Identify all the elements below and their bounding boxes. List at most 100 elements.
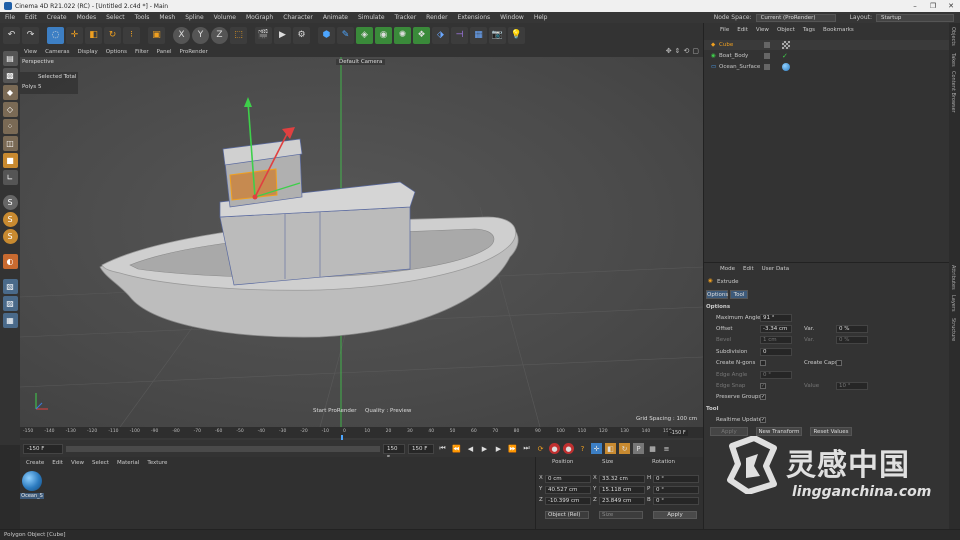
menu-spline[interactable]: Spline [180,12,208,23]
menu-character[interactable]: Character [278,12,318,23]
attr-menu-mode[interactable]: Mode [716,266,739,272]
record-icon[interactable]: ● [549,443,560,454]
end-frame-field-b[interactable]: 150 F [408,443,434,454]
layout-dropdown[interactable]: Startup [876,13,954,22]
menu-extensions[interactable]: Extensions [453,12,496,23]
next-key-icon[interactable]: ⏩ [507,443,518,454]
timeline-window-icon[interactable]: ≡ [661,443,672,454]
menu-select[interactable]: Select [101,12,130,23]
viewport-menu-display[interactable]: Display [74,49,102,55]
polygons-mode-icon[interactable]: ■ [2,153,18,168]
menu-render[interactable]: Render [421,12,452,23]
move-icon[interactable]: ✛ [66,26,83,44]
menu-file[interactable]: File [0,12,20,23]
offset-field[interactable]: -3.34 cm [760,325,792,333]
previous-key-icon[interactable]: ⏪ [451,443,462,454]
tab-layers[interactable]: Layers [950,295,956,312]
axis-mode-icon[interactable]: ∟ [2,170,18,185]
max-angle-field[interactable]: 91 ° [760,314,792,322]
grid-icon[interactable]: ▦ [2,313,18,328]
menu-tools[interactable]: Tools [130,12,155,23]
menu-animate[interactable]: Animate [318,12,353,23]
rotation-h-field[interactable]: 0 ° [653,475,699,483]
field-icon[interactable]: ⬗ [432,26,449,44]
model-mode-icon[interactable]: ◆ [2,85,18,100]
menu-volume[interactable]: Volume [209,12,241,23]
checkerboard-icon[interactable]: ▩ [2,68,18,83]
play-icon[interactable]: ▶ [479,443,490,454]
object-menu-file[interactable]: File [716,27,733,33]
checker-tag-icon[interactable] [782,41,790,49]
rotation-p-field[interactable]: 0 ° [653,486,699,494]
size-z-field[interactable]: 23.849 cm [599,497,645,505]
next-frame-icon[interactable]: ▶ [493,443,504,454]
object-name[interactable]: Boat_Body [719,51,748,61]
visibility-toggle[interactable] [764,53,770,59]
go-to-start-icon[interactable]: ⏮ [437,443,448,454]
material-menu-material[interactable]: Material [113,460,143,466]
tab-tool[interactable]: Tool [730,290,748,299]
workplane-icon[interactable]: ▧ [2,279,18,294]
create-ngons-checkbox[interactable] [760,360,766,366]
redo-icon[interactable]: ↷ [22,26,39,44]
light-icon[interactable]: 💡 [508,26,525,44]
object-row-ocean-surface[interactable]: ▭ Ocean_Surface [704,62,950,72]
node-space-dropdown[interactable]: Current (ProRender) [755,13,836,22]
render-view-icon[interactable]: 🎬 [255,26,272,44]
object-row-cube[interactable]: ◆ Cube [704,40,950,50]
position-z-field[interactable]: -10.399 cm [545,497,591,505]
recent-tools-icon[interactable]: ⁝ [123,26,140,44]
preserve-groups-checkbox[interactable]: ✓ [760,394,766,400]
size-x-field[interactable]: 33.32 cm [599,475,645,483]
bevel-field[interactable]: 1 cm [760,336,792,344]
position-key-icon[interactable]: ✛ [591,443,602,454]
end-frame-field-a[interactable]: 150 F [383,443,405,461]
tab-objects[interactable]: Objects [950,27,956,46]
tab-structure[interactable]: Structure [950,318,956,341]
previous-frame-icon[interactable]: ◀ [465,443,476,454]
material-menu-texture[interactable]: Texture [143,460,171,466]
3d-viewport[interactable]: Perspective Default Camera Selected Tota… [20,57,703,427]
object-name[interactable]: Ocean_Surface [719,62,760,72]
object-row-boat-body[interactable]: ◉ Boat_Body ✓ [704,51,950,61]
object-menu-view[interactable]: View [752,27,773,33]
material-menu-view[interactable]: View [67,460,88,466]
object-menu-tags[interactable]: Tags [799,27,819,33]
size-y-field[interactable]: 15.118 cm [599,486,645,494]
viewport-menu-options[interactable]: Options [102,49,131,55]
snap-icon[interactable]: S [2,195,18,210]
cube-object-icon[interactable]: ⬢ [318,26,335,44]
snap-value-field[interactable]: 10 ° [836,382,868,390]
workplane-snap-icon[interactable]: S [2,229,18,244]
gizmo-y-arrow[interactable] [244,97,252,107]
menu-simulate[interactable]: Simulate [353,12,390,23]
viewport-name[interactable]: Perspective [22,59,54,65]
offset-var-field[interactable]: 0 % [836,325,868,333]
material-name[interactable]: Ocean_S [20,493,44,499]
live-selection-icon[interactable]: ◌ [47,26,64,44]
pan-view-icon[interactable]: ✥ [666,47,672,55]
attr-menu-edit[interactable]: Edit [739,266,758,272]
mograph-cloner-icon[interactable]: ✺ [394,26,411,44]
bend-deformer-icon[interactable]: ⊣ [451,26,468,44]
soft-selection-icon[interactable]: ◐ [2,254,18,269]
edit-render-settings-icon[interactable]: ⚙ [293,26,310,44]
gizmo-x-arrow[interactable] [282,127,295,139]
dolly-view-icon[interactable]: ⇕ [675,47,681,55]
active-camera-label[interactable]: Default Camera [336,59,386,65]
edge-snap-checkbox[interactable]: ✓ [760,383,766,389]
menu-edit[interactable]: Edit [20,12,42,23]
viewport-menu-view[interactable]: View [20,49,41,55]
scale-key-icon[interactable]: ◧ [605,443,616,454]
deformer-icon[interactable]: ❖ [413,26,430,44]
material-menu-select[interactable]: Select [88,460,113,466]
start-prorender-label[interactable]: Start ProRender [313,408,357,414]
subdivision-field[interactable]: 0 [760,348,792,356]
menu-mesh[interactable]: Mesh [154,12,180,23]
rotation-b-field[interactable]: 0 ° [653,497,699,505]
coords-apply-button[interactable]: Apply [653,511,697,519]
maximize-button[interactable]: ❐ [924,0,942,12]
model-mode-icon[interactable]: ▣ [148,26,165,44]
viewport-menu-panel[interactable]: Panel [153,49,176,55]
material-swatch[interactable] [22,471,42,491]
